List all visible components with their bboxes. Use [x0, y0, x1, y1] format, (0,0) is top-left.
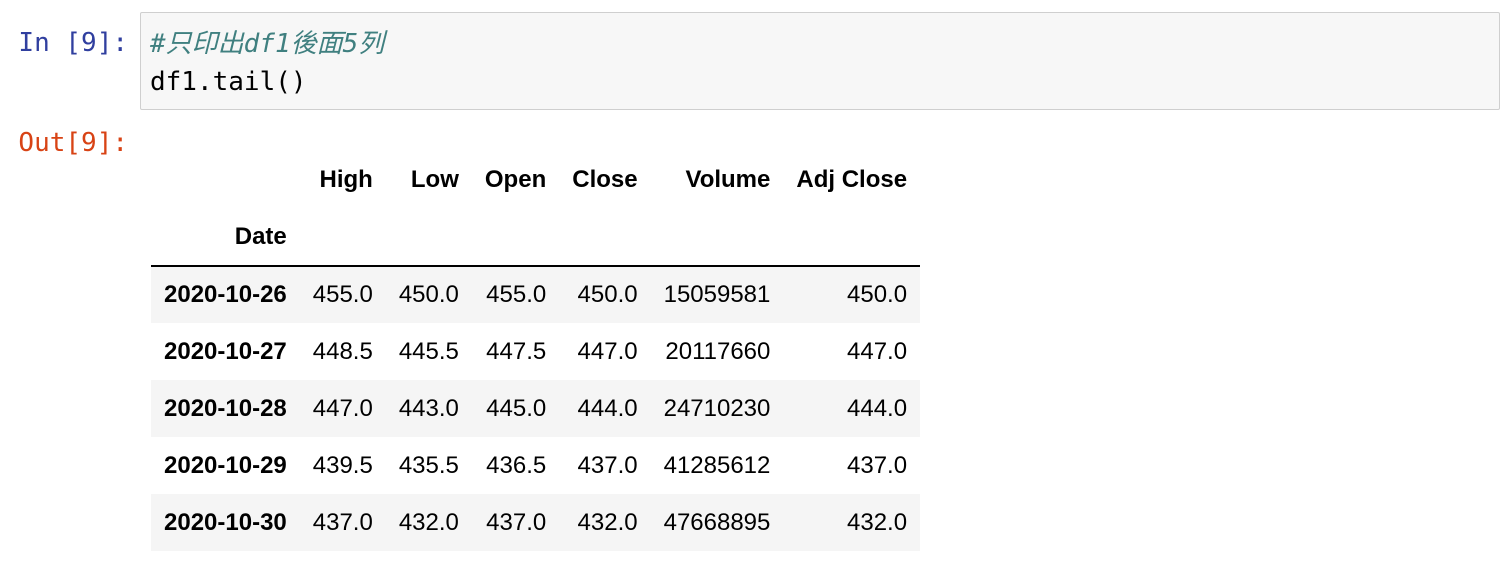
output-area: High Low Open Close Volume Adj Close Dat…: [151, 151, 921, 551]
table-row: 2020-10-26 455.0 450.0 455.0 450.0 15059…: [151, 266, 921, 323]
cell-high: 448.5: [312, 337, 373, 365]
cell-low: 450.0: [398, 281, 459, 308]
cell-low: 432.0: [398, 508, 459, 536]
cell-low: 445.5: [398, 337, 459, 365]
column-header-close: Close: [572, 165, 638, 193]
row-index-date: 2020-10-28: [164, 394, 287, 422]
cell-low: 443.0: [398, 394, 459, 422]
cell-adj-close: 432.0: [847, 508, 908, 536]
cell-open: 436.5: [486, 451, 547, 479]
dataframe-table: High Low Open Close Volume Adj Close Dat…: [151, 151, 921, 551]
column-header-volume: Volume: [685, 165, 771, 193]
cell-high: 437.0: [312, 508, 373, 536]
column-header-high: High: [319, 165, 373, 193]
cell-close: 450.0: [577, 281, 638, 308]
column-header-adj-close: Adj Close: [796, 165, 908, 193]
code-line: df1.tail(): [150, 67, 307, 97]
cell-high: 439.5: [312, 451, 373, 479]
index-header-blank: [151, 151, 300, 208]
cell-low: 435.5: [398, 451, 459, 479]
cell-adj-close: 447.0: [847, 337, 908, 365]
index-name-row: Date: [151, 208, 921, 267]
index-name-header: Date: [151, 208, 300, 267]
table-row: 2020-10-27 448.5 445.5 447.5 447.0 20117…: [151, 323, 920, 380]
row-index-date: 2020-10-30: [164, 508, 287, 536]
cell-close: 437.0: [577, 451, 638, 479]
cell-volume: 47668895: [663, 508, 771, 536]
row-index-date: 2020-10-26: [164, 281, 287, 308]
cell-close: 444.0: [577, 394, 638, 422]
cell-open: 455.0: [486, 281, 547, 308]
input-prompt: In [9]:: [18, 28, 128, 58]
table-row: 2020-10-30 437.0 432.0 437.0 432.0 47668…: [151, 494, 921, 551]
cell-volume: 24710230: [663, 394, 771, 422]
code-cell-editor[interactable]: #只印出df1後面5列 df1.tail(): [140, 12, 1500, 110]
cell-adj-close: 444.0: [847, 394, 908, 422]
code-comment: #只印出df1後面5列: [150, 29, 385, 59]
cell-open: 437.0: [486, 508, 547, 536]
column-header-open: Open: [484, 165, 547, 193]
cell-volume: 20117660: [665, 337, 771, 365]
column-header-low: Low: [410, 165, 459, 193]
cell-adj-close: 450.0: [847, 281, 908, 308]
cell-open: 445.0: [486, 394, 547, 422]
output-prompt: Out[9]:: [18, 128, 128, 158]
cell-adj-close: 437.0: [847, 451, 908, 479]
cell-open: 447.5: [486, 337, 547, 365]
table-row: 2020-10-29 439.5 435.5 436.5 437.0 41285…: [151, 437, 920, 494]
cell-high: 447.0: [312, 394, 373, 422]
cell-close: 432.0: [577, 508, 638, 536]
cell-volume: 41285612: [663, 451, 771, 479]
row-index-date: 2020-10-29: [164, 451, 287, 479]
row-index-date: 2020-10-27: [164, 337, 287, 365]
cell-volume: 15059581: [663, 281, 771, 308]
cell-high: 455.0: [312, 281, 373, 308]
column-header-row: High Low Open Close Volume Adj Close: [151, 151, 920, 208]
table-row: 2020-10-28 447.0 443.0 445.0 444.0 24710…: [151, 380, 921, 437]
cell-close: 447.0: [577, 337, 638, 365]
